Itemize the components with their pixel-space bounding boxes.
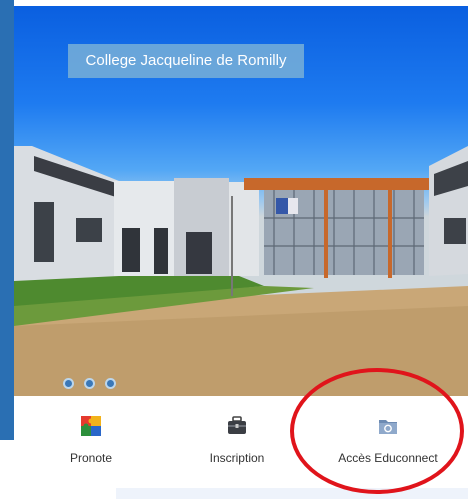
carousel-dot-1[interactable] <box>63 378 74 389</box>
carousel-dot-2[interactable] <box>84 378 95 389</box>
pronote-label: Pronote <box>69 451 113 465</box>
pronote-puzzle-icon <box>81 416 101 436</box>
page-left-edge <box>0 0 14 499</box>
school-title: College Jacqueline de Romilly <box>68 44 304 78</box>
carousel-dots <box>63 378 116 389</box>
pronote-link[interactable]: Pronote <box>46 396 136 481</box>
inscription-label: Inscription <box>209 451 265 465</box>
inscription-link[interactable]: Inscription <box>192 396 282 481</box>
annotation-circle <box>290 368 464 494</box>
left-edge-gap <box>0 440 14 499</box>
hero-banner[interactable]: College Jacqueline de Romilly <box>14 6 468 396</box>
briefcase-icon <box>228 416 246 434</box>
footer-strip <box>116 488 468 499</box>
carousel-dot-3[interactable] <box>105 378 116 389</box>
